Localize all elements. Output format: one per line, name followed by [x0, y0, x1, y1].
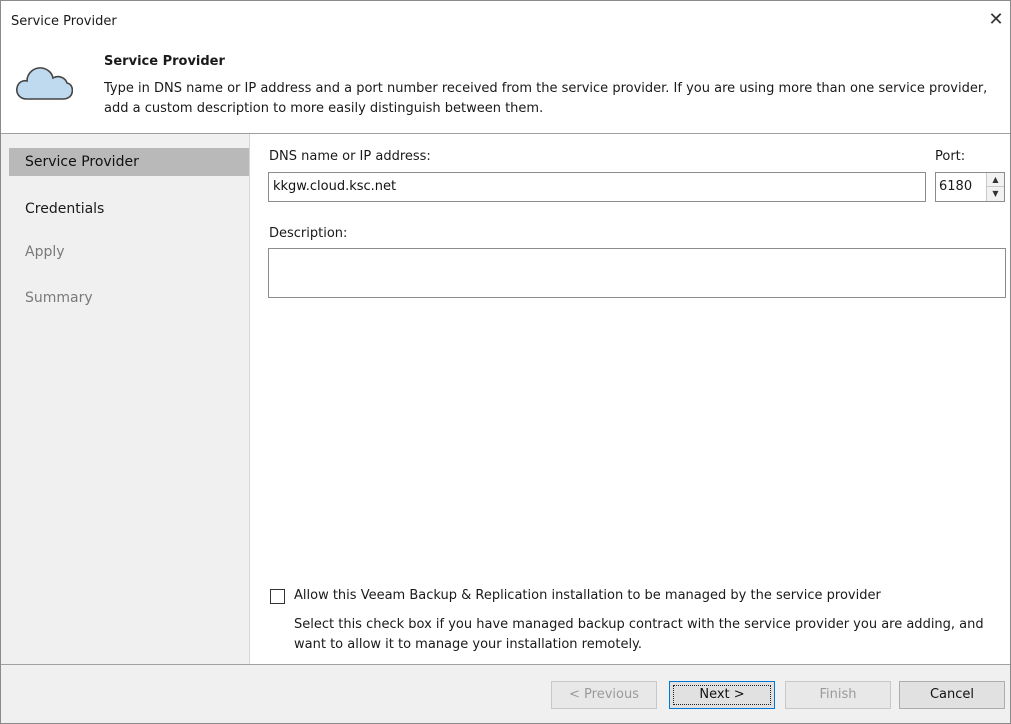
header-description: Type in DNS name or IP address and a por…	[104, 81, 988, 116]
port-stepper[interactable]: 6180 ▲ ▼	[935, 172, 1005, 202]
port-label: Port:	[935, 149, 966, 164]
wizard-steps-sidebar: Service Provider Credentials Apply Summa…	[1, 134, 250, 664]
manage-by-provider-label[interactable]: Allow this Veeam Backup & Replication in…	[294, 588, 881, 603]
focus-rect	[673, 685, 771, 705]
title-bar: Service Provider ✕	[1, 1, 1010, 41]
header-title: Service Provider	[104, 54, 225, 69]
wizard-header: Service Provider Type in DNS name or IP …	[1, 41, 1010, 133]
description-label: Description:	[269, 226, 348, 241]
close-icon[interactable]: ✕	[984, 9, 1008, 33]
port-value: 6180	[939, 179, 973, 194]
dns-input[interactable]: kkgw.cloud.ksc.net	[268, 172, 926, 202]
wizard-footer: < Previous Next > Finish Cancel	[1, 665, 1010, 723]
manage-by-provider-checkbox[interactable]	[270, 589, 285, 604]
finish-button: Finish	[785, 681, 891, 709]
previous-button: < Previous	[551, 681, 657, 709]
sidebar-item-apply: Apply	[25, 244, 65, 260]
service-provider-dialog: Service Provider ✕ Service Provider Type…	[0, 0, 1011, 724]
cloud-icon	[16, 67, 73, 100]
manage-by-provider-hint: Select this check box if you have manage…	[294, 617, 984, 652]
spin-down-icon[interactable]: ▼	[987, 187, 1004, 201]
dns-label: DNS name or IP address:	[269, 149, 431, 164]
wizard-content: DNS name or IP address: kkgw.cloud.ksc.n…	[251, 134, 1010, 664]
sidebar-item-service-provider[interactable]: Service Provider	[9, 148, 249, 176]
spin-up-icon[interactable]: ▲	[987, 173, 1004, 187]
description-input[interactable]	[268, 248, 1006, 298]
next-button[interactable]: Next >	[669, 681, 775, 709]
port-stepper-arrows: ▲ ▼	[986, 173, 1004, 201]
sidebar-item-credentials[interactable]: Credentials	[9, 195, 249, 223]
cancel-button[interactable]: Cancel	[899, 681, 1005, 709]
window-title: Service Provider	[11, 14, 117, 29]
sidebar-item-summary: Summary	[25, 290, 93, 306]
